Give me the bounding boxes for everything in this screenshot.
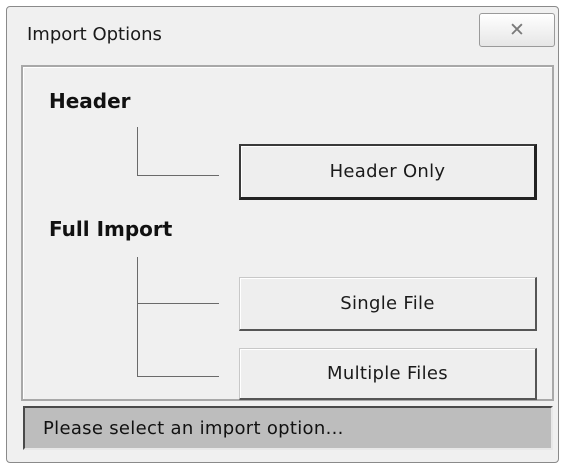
tree-connector-horizontal xyxy=(137,175,219,176)
section-header-label: Header xyxy=(49,89,131,113)
tree-connector-vertical xyxy=(137,127,138,175)
tree-connector-horizontal xyxy=(137,303,219,304)
dialog-title: Import Options xyxy=(27,24,162,45)
status-bar: Please select an import option... xyxy=(23,406,553,450)
close-icon: ✕ xyxy=(509,19,525,41)
close-button[interactable]: ✕ xyxy=(479,13,555,47)
multiple-files-button[interactable]: Multiple Files xyxy=(239,348,537,400)
tree-connector-horizontal xyxy=(137,376,219,377)
tree-connector-vertical xyxy=(137,257,138,376)
section-full-import-label: Full Import xyxy=(49,217,173,241)
header-only-button[interactable]: Header Only xyxy=(239,144,537,200)
options-panel: Header Header Only Full Import Single Fi… xyxy=(21,65,554,401)
single-file-button[interactable]: Single File xyxy=(239,277,537,331)
import-options-dialog: Import Options ✕ Header Header Only Full… xyxy=(6,6,559,463)
